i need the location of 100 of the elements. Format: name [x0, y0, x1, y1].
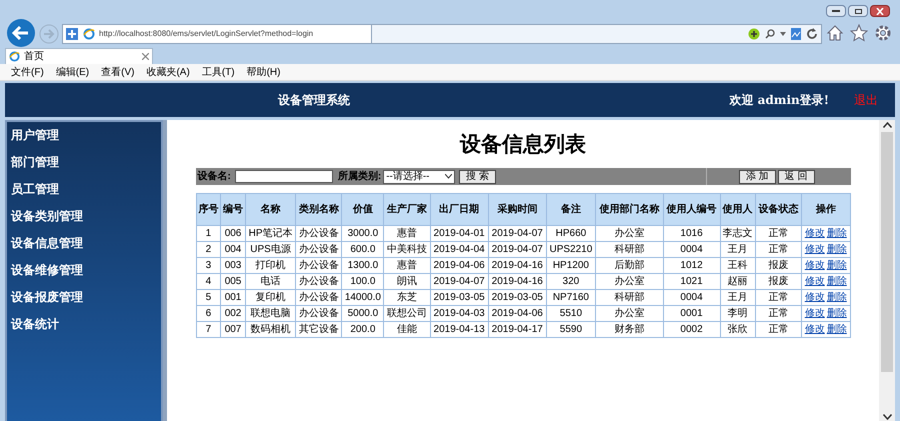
table-cell: 1021: [663, 274, 720, 290]
table-cell: 张欣: [720, 322, 756, 338]
table-cell: 3: [196, 258, 221, 274]
edit-link[interactable]: 修改: [804, 260, 825, 271]
table-cell: 005: [220, 274, 246, 290]
search-icon[interactable]: [765, 29, 775, 39]
edit-link[interactable]: 修改: [804, 276, 825, 287]
table-cell: 联想公司: [384, 306, 430, 322]
table-cell: 1: [196, 226, 221, 242]
back-icon[interactable]: [6, 18, 36, 48]
settings-icon[interactable]: [874, 24, 892, 42]
table-cell: 7: [196, 322, 221, 338]
delete-link[interactable]: 删除: [826, 324, 847, 335]
table-cell: 1300.0: [342, 258, 384, 274]
scroll-up-icon[interactable]: [882, 122, 892, 128]
table-cell: 006: [220, 226, 246, 242]
table-cell: 赵丽: [720, 274, 756, 290]
name-input-field[interactable]: [234, 170, 333, 183]
sidebar-item[interactable]: 员工管理: [11, 180, 59, 199]
sidebar-item[interactable]: 设备报废管理: [11, 288, 83, 307]
edit-link[interactable]: 修改: [804, 292, 825, 303]
delete-link[interactable]: 删除: [826, 292, 847, 303]
table-cell: 王月: [720, 242, 756, 258]
table-cell: 2019-04-06: [430, 258, 488, 274]
system-title: 设备管理系统: [276, 92, 350, 109]
edit-link[interactable]: 修改: [804, 308, 825, 319]
table-cell: 100.0: [342, 274, 384, 290]
table-cell: 1012: [663, 258, 720, 274]
scrollbar-thumb[interactable]: [881, 132, 893, 372]
sidebar-item[interactable]: 设备信息管理: [11, 234, 83, 253]
home-icon[interactable]: [826, 24, 844, 42]
ie-logo-icon: [83, 28, 95, 40]
compatibility-icon[interactable]: [65, 27, 79, 41]
table-cell: 办公设备: [296, 306, 342, 322]
delete-link[interactable]: 删除: [826, 260, 847, 271]
sidebar-item[interactable]: 部门管理: [11, 153, 59, 172]
table-cell: 办公室: [595, 274, 664, 290]
menu-item[interactable]: 工具(T): [202, 64, 235, 80]
delete-link[interactable]: 删除: [826, 244, 847, 255]
sidebar-item[interactable]: 设备维修管理: [11, 261, 83, 280]
table-cell: 2: [196, 242, 221, 258]
category-select[interactable]: --请选择--: [383, 170, 456, 184]
table-cell: 5590: [546, 322, 596, 338]
table-cell: 2019-04-04: [430, 242, 488, 258]
sidebar-item[interactable]: 设备类别管理: [11, 207, 83, 226]
table-cell: HP1200: [546, 258, 596, 274]
welcome-text: 欢迎 admin登录!: [729, 92, 829, 109]
search-button[interactable]: 搜 索: [459, 170, 496, 184]
dropdown-icon[interactable]: [780, 32, 786, 36]
sidebar-item[interactable]: 设备统计: [11, 315, 59, 334]
column-header: 采购时间: [488, 194, 546, 226]
sidebar-item[interactable]: 用户管理: [11, 126, 59, 145]
table-cell: 惠普: [384, 226, 430, 242]
maximize-button[interactable]: [848, 5, 868, 17]
column-header: 使用部门名称: [595, 194, 664, 226]
close-icon: [876, 8, 884, 14]
column-header: 备注: [546, 194, 596, 226]
table-cell: HP笔记本: [245, 226, 296, 242]
edit-link[interactable]: 修改: [804, 244, 825, 255]
delete-link[interactable]: 删除: [826, 308, 847, 319]
table-cell: 2019-04-13: [430, 322, 488, 338]
table-cell: 2019-04-03: [430, 306, 488, 322]
browser-tab[interactable]: 首页: [5, 48, 153, 64]
menu-item[interactable]: 收藏夹(A): [146, 64, 190, 80]
table-cell: 办公设备: [296, 290, 342, 306]
edit-link[interactable]: 修改: [804, 228, 825, 239]
table-cell: 600.0: [342, 242, 384, 258]
column-header: 类别名称: [296, 194, 342, 226]
table-cell: UPS2210: [546, 242, 596, 258]
add-button[interactable]: 添 加: [738, 170, 776, 184]
delete-link[interactable]: 删除: [826, 276, 847, 287]
table-cell: 数码相机: [245, 322, 296, 338]
edit-link[interactable]: 修改: [804, 324, 825, 335]
column-header: 名称: [245, 194, 296, 226]
table-cell: 打印机: [245, 258, 296, 274]
table-cell: 200.0: [342, 322, 384, 338]
table-cell: 0004: [663, 290, 720, 306]
column-header: 生产厂家: [384, 194, 430, 226]
table-cell: 办公设备: [296, 274, 342, 290]
field-label: 设备名:: [198, 170, 231, 184]
page-icon[interactable]: [791, 28, 801, 40]
menu-item[interactable]: 查看(V): [101, 64, 134, 80]
close-button[interactable]: [870, 5, 890, 17]
table-cell: 0002: [663, 322, 720, 338]
star-icon[interactable]: [850, 24, 868, 42]
minimize-button[interactable]: [826, 5, 846, 17]
menu-item[interactable]: 帮助(H): [246, 64, 280, 80]
delete-link[interactable]: 删除: [826, 228, 847, 239]
table-cell: NP7160: [546, 290, 596, 306]
back-button[interactable]: 返 回: [778, 170, 814, 184]
refresh-icon[interactable]: [806, 28, 818, 40]
table-cell: 报废: [755, 274, 802, 290]
scroll-down-icon[interactable]: [882, 414, 892, 420]
table-cell: 电话: [245, 274, 296, 290]
table-cell: 001: [220, 290, 246, 306]
close-icon[interactable]: [142, 53, 149, 60]
table-cell: 6: [196, 306, 221, 322]
menu-item[interactable]: 文件(F): [11, 64, 44, 80]
addon-icon[interactable]: [748, 28, 760, 40]
menu-item[interactable]: 编辑(E): [56, 64, 90, 80]
